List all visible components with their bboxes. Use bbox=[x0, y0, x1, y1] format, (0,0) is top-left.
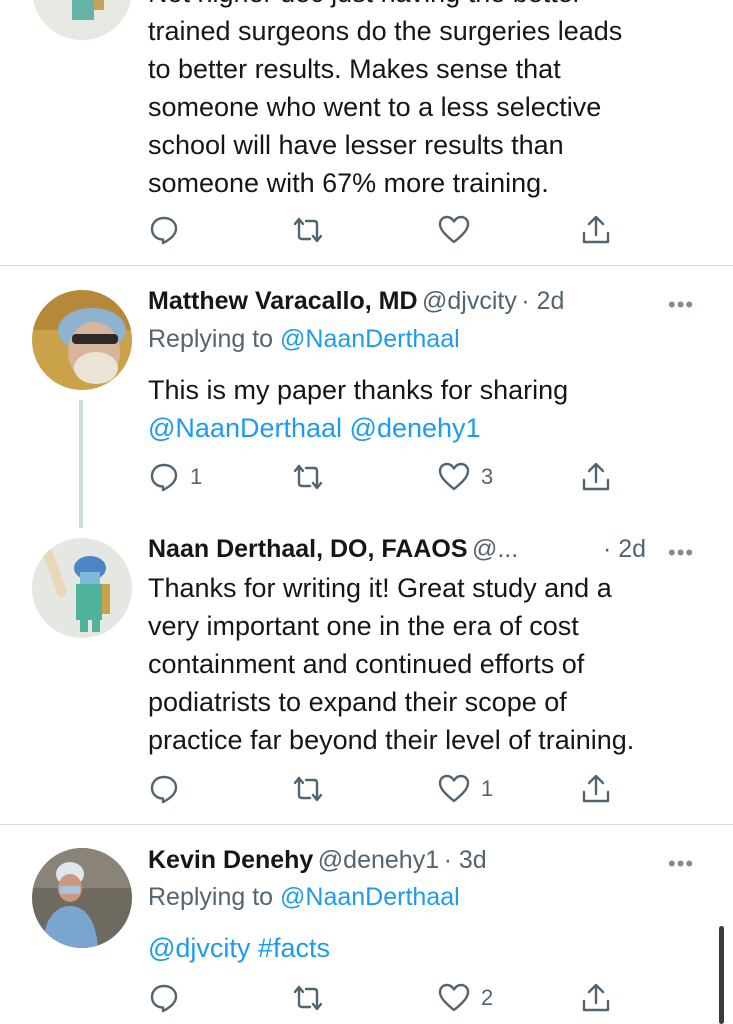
divider bbox=[0, 824, 733, 825]
share-button[interactable] bbox=[579, 981, 613, 1015]
divider bbox=[0, 265, 733, 266]
tweet-text: Thanks for writing it! Great study and a… bbox=[148, 569, 634, 759]
share-icon bbox=[579, 981, 613, 1015]
tweet-text-line: podiatrists to expand their scope of bbox=[148, 687, 567, 717]
more-horizontal-icon[interactable]: ••• bbox=[668, 292, 694, 318]
retweet-icon bbox=[290, 461, 326, 493]
retweet-button[interactable] bbox=[290, 461, 326, 493]
reply-bubble-icon bbox=[148, 461, 180, 493]
author-handle[interactable]: @denehy1 bbox=[318, 846, 439, 874]
reply-bubble-icon bbox=[148, 773, 180, 805]
reply-button[interactable]: 1 bbox=[148, 461, 202, 493]
tweet-text-line: trained surgeons do the surgeries leads bbox=[148, 16, 623, 46]
tweet-text: @djvcity #facts bbox=[148, 929, 330, 967]
tweet-text-line: This is my paper thanks for sharing bbox=[148, 375, 569, 405]
like-button[interactable]: 2 bbox=[437, 982, 493, 1014]
share-button[interactable] bbox=[579, 460, 613, 494]
mention-link[interactable]: @NaanDerthaal bbox=[148, 413, 342, 443]
like-count: 1 bbox=[481, 776, 494, 801]
replying-prefix: Replying to bbox=[148, 883, 274, 911]
more-horizontal-icon[interactable]: ••• bbox=[668, 851, 694, 877]
heart-icon bbox=[437, 982, 471, 1014]
more-horizontal-icon[interactable]: ••• bbox=[668, 540, 694, 566]
replying-to: Replying to @NaanDerthaal bbox=[148, 325, 460, 354]
retweet-icon bbox=[290, 773, 326, 805]
share-icon bbox=[579, 460, 613, 494]
like-count: 2 bbox=[481, 985, 494, 1010]
author-name[interactable]: Naan Derthaal, DO, FAAOS bbox=[148, 535, 468, 563]
reply-bubble-icon bbox=[148, 214, 180, 246]
like-count: 3 bbox=[481, 464, 494, 489]
tweet-text-line: practice far beyond their level of train… bbox=[148, 725, 635, 755]
tweet-header: Naan Derthaal, DO, FAAOS @... bbox=[148, 535, 518, 564]
author-handle[interactable]: @djvcity bbox=[422, 287, 517, 315]
thread-line bbox=[79, 400, 83, 528]
avatar[interactable] bbox=[32, 0, 132, 40]
replying-prefix: Replying to bbox=[148, 325, 274, 353]
like-button[interactable] bbox=[437, 214, 481, 246]
reply-button[interactable] bbox=[148, 773, 190, 805]
tweet-time[interactable]: · 2d bbox=[521, 287, 564, 315]
heart-icon bbox=[437, 461, 471, 493]
tweet-text-line: someone who went to a less selective bbox=[148, 92, 602, 122]
scrollbar[interactable] bbox=[719, 926, 724, 1024]
retweet-icon bbox=[290, 982, 326, 1014]
reply-button[interactable] bbox=[148, 982, 190, 1014]
reply-button[interactable] bbox=[148, 214, 190, 246]
replying-to: Replying to @NaanDerthaal bbox=[148, 883, 460, 912]
like-button[interactable]: 3 bbox=[437, 461, 493, 493]
tweet-time[interactable]: · 3d bbox=[444, 846, 487, 874]
author-name[interactable]: Matthew Varacallo, MD bbox=[148, 287, 418, 315]
tweet-text-line: Thanks for writing it! Great study and a bbox=[148, 573, 612, 603]
retweet-button[interactable] bbox=[290, 982, 326, 1014]
heart-icon bbox=[437, 214, 471, 246]
reply-count: 1 bbox=[190, 464, 203, 489]
replying-handle[interactable]: @NaanDerthaal bbox=[280, 325, 460, 353]
share-button[interactable] bbox=[579, 213, 613, 247]
retweet-icon bbox=[290, 214, 326, 246]
tweet-text-line: school will have lesser results than bbox=[148, 130, 564, 160]
share-button[interactable] bbox=[579, 772, 613, 806]
mention-link[interactable]: @denehy1 bbox=[350, 413, 481, 443]
tweet-text-line: Not higher dec just having the better bbox=[148, 0, 622, 12]
replying-handle[interactable]: @NaanDerthaal bbox=[280, 883, 460, 911]
tweet-text: Not higher dec just having the better tr… bbox=[148, 0, 622, 202]
author-name[interactable]: Kevin Denehy bbox=[148, 846, 313, 874]
heart-icon bbox=[437, 773, 471, 805]
tweet-text: This is my paper thanks for sharing @Naa… bbox=[148, 371, 568, 447]
mention-link[interactable]: @djvcity bbox=[148, 933, 250, 963]
tweet-header: Kevin Denehy @denehy1 · 3d bbox=[148, 846, 487, 875]
avatar[interactable] bbox=[32, 290, 132, 390]
retweet-button[interactable] bbox=[290, 214, 326, 246]
tweet-text-line: someone with 67% more training. bbox=[148, 168, 549, 198]
tweet-header: Matthew Varacallo, MD @djvcity · 2d bbox=[148, 287, 564, 316]
tweet-text-line: to better results. Makes sense that bbox=[148, 54, 561, 84]
like-button[interactable]: 1 bbox=[437, 773, 493, 805]
tweet-time[interactable]: · 2d bbox=[603, 535, 646, 564]
avatar[interactable] bbox=[32, 538, 132, 638]
tweet-text-line: very important one in the era of cost bbox=[148, 611, 579, 641]
avatar[interactable] bbox=[32, 848, 132, 948]
author-handle[interactable]: @... bbox=[472, 535, 518, 563]
hashtag-link[interactable]: #facts bbox=[258, 933, 330, 963]
share-icon bbox=[579, 772, 613, 806]
tweet-text-line: containment and continued efforts of bbox=[148, 649, 585, 679]
retweet-button[interactable] bbox=[290, 773, 326, 805]
share-icon bbox=[579, 213, 613, 247]
reply-bubble-icon bbox=[148, 982, 180, 1014]
